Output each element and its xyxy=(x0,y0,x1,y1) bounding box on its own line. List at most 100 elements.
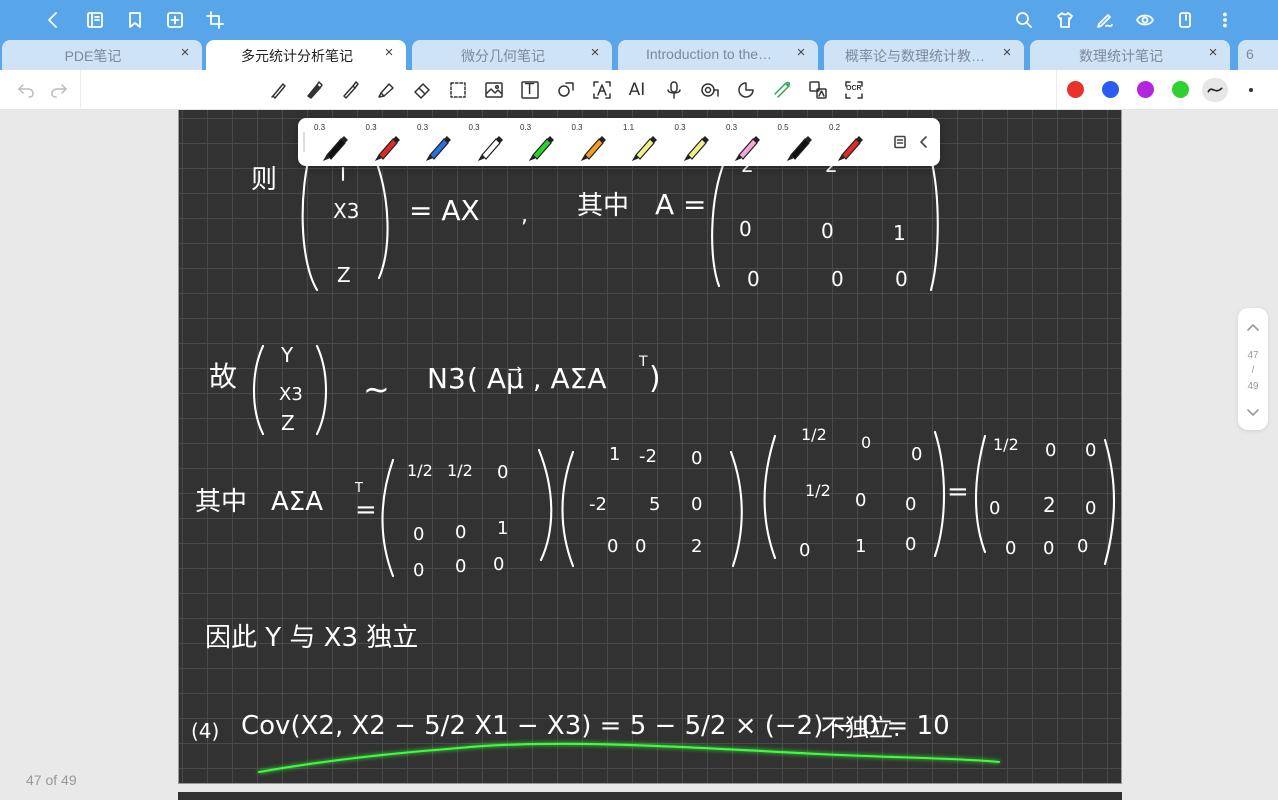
color-purple[interactable] xyxy=(1137,81,1154,98)
note-gu: 故 xyxy=(209,360,237,393)
fountain-pen-icon[interactable] xyxy=(338,78,362,102)
tape-icon[interactable] xyxy=(698,78,722,102)
note-x3: X3 xyxy=(333,199,359,223)
pen-preset[interactable]: 1.1 xyxy=(619,118,669,166)
note-n3-args: ( Aμ⃗ , AΣA xyxy=(467,362,607,395)
green-highlight-stroke xyxy=(257,742,1001,774)
chevron-up-icon[interactable] xyxy=(1245,320,1261,336)
tab-bar: PDE笔记 × 多元统计分析笔记 × 微分几何笔记 × Introduction… xyxy=(0,40,1278,70)
note-sup-t: T xyxy=(354,481,363,496)
ocr-label: OCR xyxy=(846,85,862,92)
crop-icon[interactable] xyxy=(203,8,227,32)
eraser-icon[interactable] xyxy=(410,78,434,102)
chevron-down-icon[interactable] xyxy=(1245,404,1261,420)
toolbar-divider xyxy=(80,70,81,110)
pen-size-label: 0.5 xyxy=(777,123,789,132)
note-eq-ax: = AX xyxy=(409,194,480,227)
pen-icon xyxy=(425,136,451,161)
pen-preset[interactable]: 0.2 xyxy=(825,118,875,166)
page-separator: / xyxy=(1251,365,1255,376)
pen-preset[interactable]: 0.3 xyxy=(362,118,412,166)
device-icon[interactable] xyxy=(1173,8,1197,32)
lasso-select-icon[interactable] xyxy=(446,78,470,102)
pen-icon[interactable] xyxy=(302,78,326,102)
tab-mathematical-statistics[interactable]: 数理统计笔记 × xyxy=(1030,40,1230,70)
pencil-icon[interactable] xyxy=(267,78,291,102)
theme-shirt-icon[interactable] xyxy=(1053,8,1077,32)
pen-icon xyxy=(322,136,348,161)
translate-icon[interactable] xyxy=(806,78,830,102)
pen-preset[interactable]: 0.3 xyxy=(310,118,360,166)
m3-r3-1: 1 xyxy=(855,536,866,557)
redo-icon[interactable] xyxy=(47,78,71,102)
m1-r1-1: 1/2 xyxy=(447,461,473,480)
ai-icon[interactable]: AI xyxy=(625,78,649,102)
note-zb: Z xyxy=(281,411,295,435)
microphone-icon[interactable] xyxy=(662,78,686,102)
pen-icon xyxy=(580,136,606,161)
pen-preset[interactable]: 0.3 xyxy=(413,118,463,166)
shape-icon[interactable] xyxy=(554,78,578,102)
tab-probability-textbook[interactable]: 概率论与数理统计教… × xyxy=(824,40,1024,70)
next-note-page[interactable] xyxy=(178,792,1122,800)
tab-label: 数理统计笔记 xyxy=(1079,48,1163,64)
close-icon[interactable]: × xyxy=(794,45,808,60)
undo-icon[interactable] xyxy=(14,78,38,102)
laser-pointer-icon[interactable] xyxy=(770,78,794,102)
m2-r3-2: 2 xyxy=(691,536,702,557)
m3-r1-0: 1/2 xyxy=(801,425,827,444)
matrix-bracket-right xyxy=(537,448,553,562)
note-qizhong2: 其中 xyxy=(195,487,247,517)
pen-preset[interactable]: 0.3 xyxy=(516,118,566,166)
close-icon[interactable]: × xyxy=(588,45,602,60)
color-green[interactable] xyxy=(1172,81,1189,98)
tab-pde-notes[interactable]: PDE笔记 × xyxy=(2,40,202,70)
matrix-bracket-right xyxy=(729,450,743,568)
tab-introduction[interactable]: Introduction to the… × xyxy=(618,40,818,70)
close-icon[interactable]: × xyxy=(382,45,396,60)
more-options-icon[interactable] xyxy=(1249,88,1253,92)
pen-preset[interactable]: 0.3 xyxy=(568,118,618,166)
close-icon[interactable]: × xyxy=(1000,45,1014,60)
more-icon[interactable] xyxy=(1213,8,1237,32)
pen-size-label: 0.3 xyxy=(674,123,686,132)
m0-r2-1: 0 xyxy=(821,219,834,243)
tab-overflow[interactable]: 6 xyxy=(1238,40,1278,70)
note-not-independent: 不独立. xyxy=(821,714,901,742)
note-page[interactable]: 则 X3 Z = AX , 其中 A = 2 2 0 0 1 0 0 0 故 Y… xyxy=(178,110,1122,784)
text-recognize-icon[interactable] xyxy=(590,78,614,102)
paren-right xyxy=(373,156,389,280)
pen-preset[interactable]: 0.3 xyxy=(671,118,721,166)
close-icon[interactable]: × xyxy=(178,45,192,60)
bookmark-icon[interactable] xyxy=(123,8,147,32)
tab-multivariate-notes[interactable]: 多元统计分析笔记 × xyxy=(206,40,406,70)
page-indicator: 47 of 49 xyxy=(26,772,77,788)
back-icon[interactable] xyxy=(41,8,65,32)
close-icon[interactable]: × xyxy=(1206,45,1220,60)
highlighter-icon[interactable] xyxy=(374,78,398,102)
palette-settings-icon[interactable] xyxy=(890,132,910,152)
note-close-paren: ) xyxy=(649,361,661,396)
color-blue[interactable] xyxy=(1102,81,1119,98)
text-box-icon[interactable]: T xyxy=(518,78,542,102)
pen-sign-icon[interactable] xyxy=(1093,8,1117,32)
search-icon[interactable] xyxy=(1012,8,1036,32)
tab-differential-geometry[interactable]: 微分几何笔记 × xyxy=(412,40,612,70)
ocr-icon[interactable]: OCR xyxy=(842,78,866,102)
top-bar xyxy=(0,0,1278,40)
image-icon[interactable] xyxy=(482,78,506,102)
pen-preset[interactable]: 0.3 xyxy=(722,118,772,166)
pen-preset[interactable]: 0.3 xyxy=(465,118,515,166)
color-red[interactable] xyxy=(1067,81,1084,98)
eye-icon[interactable] xyxy=(1133,8,1157,32)
m4-r2-0: 0 xyxy=(989,498,1000,519)
m1-r3-0: 0 xyxy=(413,560,424,581)
pen-preset[interactable]: 0.5 xyxy=(774,118,824,166)
notebook-icon[interactable] xyxy=(83,8,107,32)
note-eq: = xyxy=(355,495,377,525)
stroke-style-button[interactable] xyxy=(1202,78,1228,102)
collapse-chevron-icon[interactable] xyxy=(914,132,934,152)
add-page-icon[interactable] xyxy=(163,8,187,32)
drag-handle[interactable] xyxy=(303,132,305,152)
sticker-icon[interactable] xyxy=(734,78,758,102)
